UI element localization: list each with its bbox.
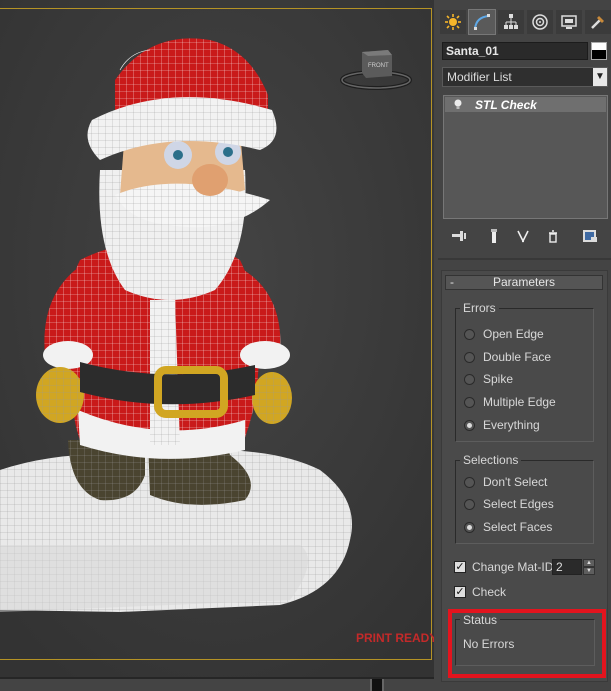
selections-group-title: Selections <box>460 453 522 467</box>
checkbox-checked[interactable]: ✓ <box>454 561 466 573</box>
radio-select-faces[interactable]: Select Faces <box>464 519 552 535</box>
radio-button[interactable] <box>464 351 475 363</box>
radio-label: Don't Select <box>483 475 548 489</box>
checkbox-label: Check <box>472 585 507 599</box>
chevron-down-icon[interactable]: ▼ <box>593 68 607 86</box>
checkbox-checked[interactable]: ✓ <box>454 586 466 598</box>
remove-modifier-icon[interactable] <box>543 228 563 244</box>
spinner-down-icon[interactable]: ▼ <box>583 567 595 575</box>
configure-sets-icon[interactable] <box>580 228 600 244</box>
timeline-track[interactable] <box>0 679 434 691</box>
modify-icon[interactable] <box>468 9 496 35</box>
utilities-icon[interactable] <box>585 10 611 34</box>
radio-select-edges[interactable]: Select Edges <box>464 496 554 512</box>
show-end-result-icon[interactable] <box>484 228 504 244</box>
modifier-stack[interactable]: STL Check <box>443 95 608 219</box>
radio-button[interactable] <box>464 498 475 510</box>
radio-label: Spike <box>483 372 514 386</box>
radio-button-selected[interactable] <box>464 419 475 431</box>
create-icon[interactable] <box>440 10 466 34</box>
make-unique-icon[interactable] <box>513 228 533 244</box>
radio-button-selected[interactable] <box>464 521 475 533</box>
radio-multiple-edge[interactable]: Multiple Edge <box>464 394 556 410</box>
radio-everything[interactable]: Everything <box>464 417 540 433</box>
radio-label: Select Edges <box>483 497 554 511</box>
check-checkbox[interactable]: ✓ Check <box>454 584 506 600</box>
errors-group-title: Errors <box>460 301 499 315</box>
radio-open-edge[interactable]: Open Edge <box>464 326 544 342</box>
radio-label: Double Face <box>483 350 552 364</box>
object-name-field[interactable]: Santa_01 <box>442 42 588 60</box>
radio-button[interactable] <box>464 328 475 340</box>
rollout-collapse-toggle[interactable]: - <box>450 276 454 289</box>
radio-label: Open Edge <box>483 327 544 341</box>
pin-stack-icon[interactable] <box>449 228 469 244</box>
hierarchy-icon[interactable] <box>498 10 524 34</box>
time-slider-handle[interactable] <box>370 679 384 691</box>
mat-id-spinner-arrows[interactable]: ▲ ▼ <box>583 559 595 575</box>
radio-label: Select Faces <box>483 520 553 534</box>
change-mat-id-checkbox[interactable]: ✓ Change Mat-ID <box>454 559 553 575</box>
stack-item-stl-check[interactable]: STL Check <box>445 97 606 112</box>
modifier-list-dropdown[interactable]: Modifier List ▼ <box>442 67 608 87</box>
modifier-list-label: Modifier List <box>447 70 512 84</box>
radio-double-face[interactable]: Double Face <box>464 349 551 365</box>
spinner-up-icon[interactable]: ▲ <box>583 559 595 567</box>
radio-button[interactable] <box>464 396 475 408</box>
radio-label: Everything <box>483 418 540 432</box>
radio-label: Multiple Edge <box>483 395 556 409</box>
radio-spike[interactable]: Spike <box>464 371 513 387</box>
object-color-swatch-highlight <box>592 43 606 50</box>
active-viewport-border <box>0 8 432 660</box>
panel-divider <box>438 258 611 260</box>
stack-item-label: STL Check <box>475 97 537 112</box>
parameters-rollout-header[interactable]: - Parameters <box>445 275 603 290</box>
perspective-viewport[interactable]: FRONT <box>0 0 434 677</box>
motion-icon[interactable] <box>527 10 553 34</box>
radio-dont-select[interactable]: Don't Select <box>464 474 547 490</box>
rollout-title: Parameters <box>492 275 556 289</box>
mat-id-value-field[interactable]: 2 <box>552 559 582 575</box>
lightbulb-icon[interactable] <box>453 99 463 110</box>
print-ready-overlay-text: PRINT READY! <box>356 631 442 645</box>
radio-button[interactable] <box>464 373 475 385</box>
display-icon[interactable] <box>556 10 582 34</box>
radio-button[interactable] <box>464 476 475 488</box>
status-highlight-box <box>448 609 606 678</box>
checkbox-label: Change Mat-ID <box>472 560 554 574</box>
